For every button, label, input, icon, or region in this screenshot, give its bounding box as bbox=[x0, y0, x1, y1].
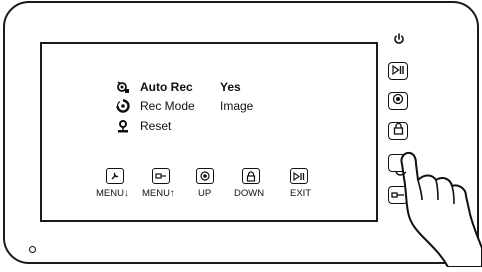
menu-item-rec-mode[interactable]: Rec Mode Image bbox=[114, 98, 253, 114]
menu-item-reset[interactable]: Reset bbox=[114, 118, 220, 134]
menu-item-value: Image bbox=[220, 99, 254, 113]
key-label-down: DOWN bbox=[234, 188, 265, 199]
side-button-play-pause[interactable] bbox=[388, 62, 408, 80]
wrench-icon bbox=[106, 168, 124, 184]
menu-item-auto-rec[interactable]: Auto Rec Yes bbox=[114, 79, 241, 95]
display-screen: Auto Rec Yes Rec Mode Image Reset MENU↓ … bbox=[40, 42, 378, 222]
menu-item-label: Rec Mode bbox=[140, 99, 195, 113]
key-label-menu-up: MENU↑ bbox=[142, 188, 175, 199]
pointing-hand-icon bbox=[378, 138, 482, 268]
play-pause-icon bbox=[391, 62, 405, 80]
auto-rec-icon bbox=[114, 79, 132, 95]
key-icon bbox=[152, 168, 170, 184]
onscreen-key-guide: MENU↓ MENU↑ UP DOWN EXIT bbox=[96, 162, 334, 206]
key-label-up: UP bbox=[198, 188, 212, 199]
target-icon bbox=[196, 168, 214, 184]
key-label-menu-down: MENU↓ bbox=[96, 188, 129, 199]
menu-item-label: Auto Rec bbox=[140, 80, 193, 94]
target-icon bbox=[392, 92, 404, 110]
reset-icon bbox=[114, 118, 132, 134]
key-label-exit: EXIT bbox=[290, 188, 312, 199]
menu-item-label: Reset bbox=[140, 119, 172, 133]
microphone-hole bbox=[29, 246, 36, 253]
play-pause-icon bbox=[290, 168, 308, 184]
menu-item-value: Yes bbox=[220, 80, 241, 94]
side-button-target[interactable] bbox=[388, 92, 408, 110]
power-icon[interactable] bbox=[393, 33, 405, 45]
lock-icon bbox=[242, 168, 260, 184]
rec-mode-icon bbox=[114, 98, 132, 114]
